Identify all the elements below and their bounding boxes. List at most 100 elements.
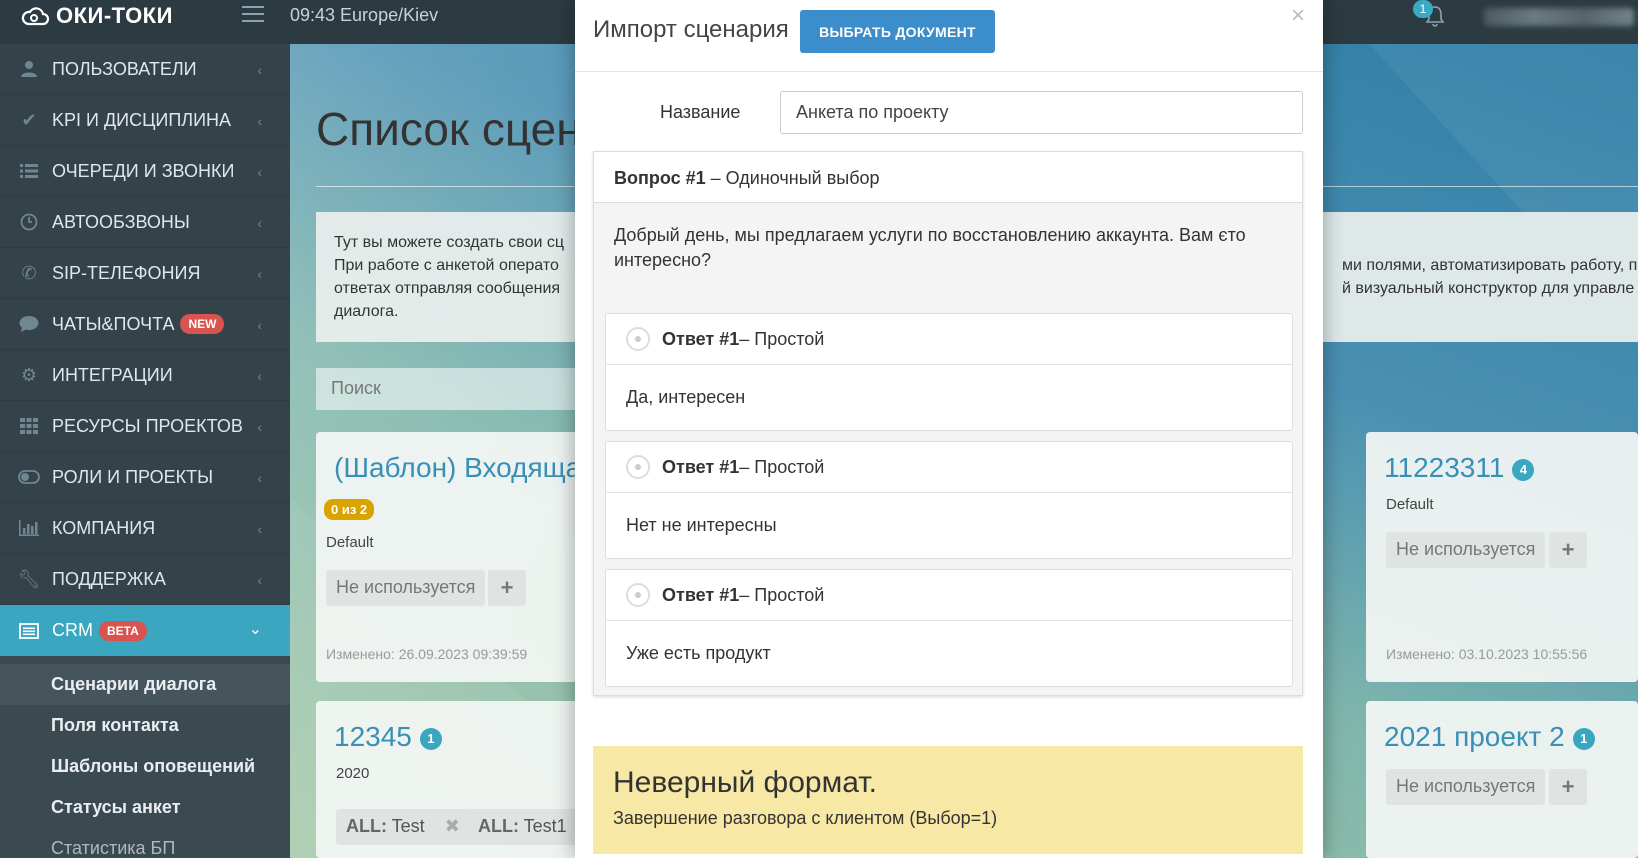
count-badge: 1 [419, 727, 442, 750]
name-label: Название [660, 102, 741, 122]
sidebar-item-label: ПОЛЬЗОВАТЕЛИ [52, 58, 197, 79]
radio-button[interactable] [626, 327, 650, 351]
sidebar-item-support[interactable]: 🔧︎ ПОДДЕРЖКА ‹ [0, 554, 290, 605]
filter-chip[interactable]: ALL: Test1 [468, 809, 577, 845]
close-icon[interactable]: × [1291, 2, 1305, 30]
status-button[interactable]: Не используется [326, 570, 486, 606]
scenario-card[interactable]: 11223311 4 Default Не используется + Изме… [1366, 432, 1638, 682]
submenu-item-bp-statistics[interactable]: Статистика БП [0, 828, 290, 858]
answer-text: Да, интересен [626, 387, 746, 407]
clock-icon [18, 211, 40, 233]
answer-header: Ответ #1 – Простой [606, 442, 1292, 493]
info-line: ми полями, автоматизировать работу, п [1342, 257, 1638, 274]
add-button[interactable]: + [1549, 532, 1587, 568]
page-title: Список сцен [316, 103, 582, 155]
chevron-left-icon: ‹ [257, 113, 262, 129]
alert-text: Завершение разговора с клиентом (Выбор=1… [613, 808, 998, 828]
remove-chip-icon[interactable]: ✖ [445, 816, 460, 836]
sidebar-item-autodial[interactable]: АВТООБЗВОНЫ ‹ [0, 197, 290, 248]
choose-document-button[interactable]: ВЫБРАТЬ ДОКУМЕНТ [800, 10, 995, 53]
submenu-item-dialog-scenarios[interactable]: Сценарии диалога [0, 664, 290, 705]
submenu-item-form-statuses[interactable]: Статусы анкет [0, 787, 290, 828]
sidebar-item-label: CRM [52, 620, 93, 640]
status-button[interactable]: Не используется [1386, 532, 1546, 568]
project-name: Default [326, 534, 374, 551]
logo[interactable]: ОКИ-ТОКИ [20, 0, 173, 32]
sidebar-item-integrations[interactable]: ⚙ ИНТЕГРАЦИИ ‹ [0, 350, 290, 401]
chevron-left-icon: ‹ [257, 470, 262, 486]
count-badge: 1 [1572, 727, 1595, 750]
question-panel: Вопрос #1 – Одиночный выбор Добрый день,… [593, 151, 1303, 696]
bar-chart-icon [18, 517, 40, 539]
user-name-blurred[interactable] [1484, 8, 1634, 26]
count-badge: 4 [1512, 458, 1535, 481]
scenario-name[interactable]: 12345 1 [334, 721, 442, 753]
chevron-left-icon: ‹ [257, 572, 262, 588]
sidebar-item-users[interactable]: ПОЛЬЗОВАТЕЛИ ‹ [0, 44, 290, 95]
modified-date: Изменено: 26.09.2023 09:39:59 [326, 646, 528, 662]
add-button[interactable]: + [488, 570, 526, 606]
chat-icon [18, 313, 40, 335]
menu-toggle-icon[interactable] [242, 6, 264, 24]
sidebar-item-label: КОМПАНИЯ [52, 517, 156, 538]
sidebar-item-roles[interactable]: РОЛИ И ПРОЕКТЫ ‹ [0, 452, 290, 503]
sidebar-item-company[interactable]: КОМПАНИЯ ‹ [0, 503, 290, 554]
list-icon [18, 160, 40, 182]
status-button[interactable]: Не используется [1386, 769, 1546, 805]
sidebar-item-label: ЧАТЫ&ПОЧТА [52, 313, 175, 334]
project-name: 2020 [336, 765, 370, 782]
add-button[interactable]: + [1549, 769, 1587, 805]
question-header: Вопрос #1 – Одиночный выбор [594, 152, 1302, 203]
chevron-left-icon: ‹ [257, 266, 262, 282]
grid-icon [18, 415, 40, 437]
sidebar: ПОЛЬЗОВАТЕЛИ ‹ ✔ KPI И ДИСЦИПЛИНА ‹ ОЧЕР… [0, 44, 290, 858]
import-scenario-modal: Импорт сценария ВЫБРАТЬ ДОКУМЕНТ × Назва… [575, 0, 1323, 858]
sidebar-item-queues[interactable]: ОЧЕРЕДИ И ЗВОНКИ ‹ [0, 146, 290, 197]
answer-header: Ответ #1 – Простой [606, 314, 1292, 365]
phone-icon: ✆ [21, 262, 37, 283]
chevron-left-icon: ‹ [257, 317, 262, 333]
scenario-name[interactable]: 11223311 4 [1384, 452, 1535, 484]
filter-chip[interactable]: ALL: Test ✖ [336, 809, 470, 845]
alert-title: Неверный формат. [613, 766, 877, 799]
notification-count-badge: 1 [1413, 0, 1433, 18]
answer-header: Ответ #1 – Простой [606, 570, 1292, 621]
usage-badge: 0 из 2 [324, 499, 375, 520]
user-icon [18, 58, 40, 80]
chevron-left-icon: ‹ [257, 521, 262, 537]
answer-card: Ответ #1 – Простой Да, интересен [605, 313, 1293, 431]
chevron-left-icon: ‹ [257, 368, 262, 384]
info-line: диалога. [334, 303, 399, 320]
chevron-down-icon: ⌄ [248, 621, 262, 638]
submenu-item-contact-fields[interactable]: Поля контакта [0, 705, 290, 746]
sidebar-item-resources[interactable]: РЕСУРСЫ ПРОЕКТОВ ‹ [0, 401, 290, 452]
scenario-name[interactable]: (Шаблон) Входяща [334, 452, 581, 484]
chevron-left-icon: ‹ [257, 419, 262, 435]
sidebar-item-chats[interactable]: ЧАТЫ&ПОЧТА NEW ‹ [0, 299, 290, 350]
table-icon [18, 620, 40, 642]
sidebar-item-sip[interactable]: ✆ SIP-ТЕЛЕФОНИЯ ‹ [0, 248, 290, 299]
info-line: ответах отправляя сообщения [334, 280, 561, 297]
project-name: Default [1386, 496, 1434, 513]
beta-badge: BETA [99, 620, 147, 641]
radio-button[interactable] [626, 583, 650, 607]
scenario-name[interactable]: 2021 проект 21 [1384, 721, 1595, 753]
sidebar-item-label: ПОДДЕРЖКА [52, 568, 166, 589]
sidebar-item-label: РОЛИ И ПРОЕКТЫ [52, 466, 214, 487]
scenario-card[interactable]: 2021 проект 21 Не используется + [1366, 701, 1638, 858]
sidebar-item-label: АВТООБЗВОНЫ [52, 211, 190, 232]
info-line: При работе с анкетой операто [334, 257, 559, 274]
chevron-left-icon: ‹ [257, 62, 262, 78]
sidebar-item-label: ОЧЕРЕДИ И ЗВОНКИ [52, 160, 235, 181]
name-input[interactable] [780, 91, 1303, 134]
sidebar-item-kpi[interactable]: ✔ KPI И ДИСЦИПЛИНА ‹ [0, 95, 290, 146]
clock-timezone: 09:43 Europe/Kiev [290, 5, 439, 25]
crm-submenu: Сценарии диалога Поля контакта Шаблоны о… [0, 656, 290, 858]
radio-button[interactable] [626, 455, 650, 479]
answer-card: Ответ #1 – Простой Уже есть продукт [605, 569, 1293, 687]
info-line: Тут вы можете создать свои сц [334, 234, 565, 251]
submenu-item-notification-templates[interactable]: Шаблоны оповещений [0, 746, 290, 787]
sidebar-item-label: KPI И ДИСЦИПЛИНА [52, 109, 232, 130]
sidebar-item-crm[interactable]: CRM BETA ⌄ [0, 605, 290, 656]
modal-header: Импорт сценария ВЫБРАТЬ ДОКУМЕНТ × [575, 0, 1323, 72]
